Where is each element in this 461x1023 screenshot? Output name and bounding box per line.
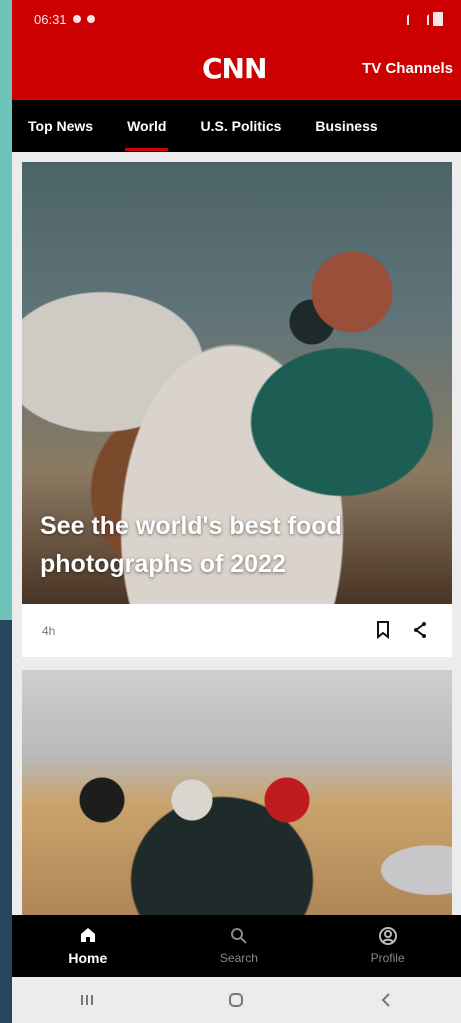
profile-icon: [378, 927, 397, 945]
bookmark-icon[interactable]: [376, 621, 390, 639]
tab-us-politics[interactable]: U.S. Politics: [200, 118, 281, 134]
status-time: 06:31: [34, 11, 67, 27]
tab-world[interactable]: World: [125, 118, 169, 151]
tv-channels-link[interactable]: TV Channels: [362, 60, 453, 77]
story-headline[interactable]: See the world's best food photographs of…: [40, 507, 440, 583]
search-icon: [230, 928, 247, 944]
battery-icon: [433, 12, 443, 26]
recent-apps-icon[interactable]: [78, 991, 96, 1009]
tab-business[interactable]: Business: [315, 118, 377, 134]
story-meta: 4h: [22, 604, 452, 657]
cnn-logo[interactable]: CNN: [202, 52, 267, 85]
nav-search[interactable]: Search: [220, 927, 258, 965]
section-tabs: Top News World U.S. Politics Business: [12, 100, 461, 152]
home-icon: [80, 928, 95, 942]
share-icon[interactable]: [412, 621, 428, 639]
signal-icon: [393, 13, 409, 25]
notification-dot-icon: [86, 15, 95, 23]
phone-screen: 06:31 CNN TV Channels Top News World U.S…: [12, 0, 461, 1023]
status-left: 06:31: [34, 12, 95, 27]
home-circle-icon[interactable]: [227, 991, 245, 1009]
back-icon[interactable]: [377, 991, 395, 1009]
nav-profile[interactable]: Profile: [371, 927, 405, 965]
nav-search-label: Search: [219, 951, 258, 965]
nav-home[interactable]: Home: [68, 926, 107, 966]
signal-icon: [413, 13, 429, 25]
app-header: 06:31 CNN TV Channels: [12, 0, 461, 100]
story-time: 4h: [42, 623, 56, 638]
tab-top-news[interactable]: Top News: [28, 118, 93, 134]
status-bar: 06:31: [12, 0, 461, 38]
nav-home-label: Home: [68, 950, 108, 966]
bottom-navigation: Home Search Profile: [12, 915, 461, 977]
system-navigation: [12, 977, 461, 1023]
nav-profile-label: Profile: [370, 951, 405, 965]
story-card-2[interactable]: [22, 670, 452, 915]
status-right: [393, 12, 443, 26]
notification-dot-icon: [72, 15, 81, 23]
story-card[interactable]: See the world's best food photographs of…: [22, 162, 452, 657]
